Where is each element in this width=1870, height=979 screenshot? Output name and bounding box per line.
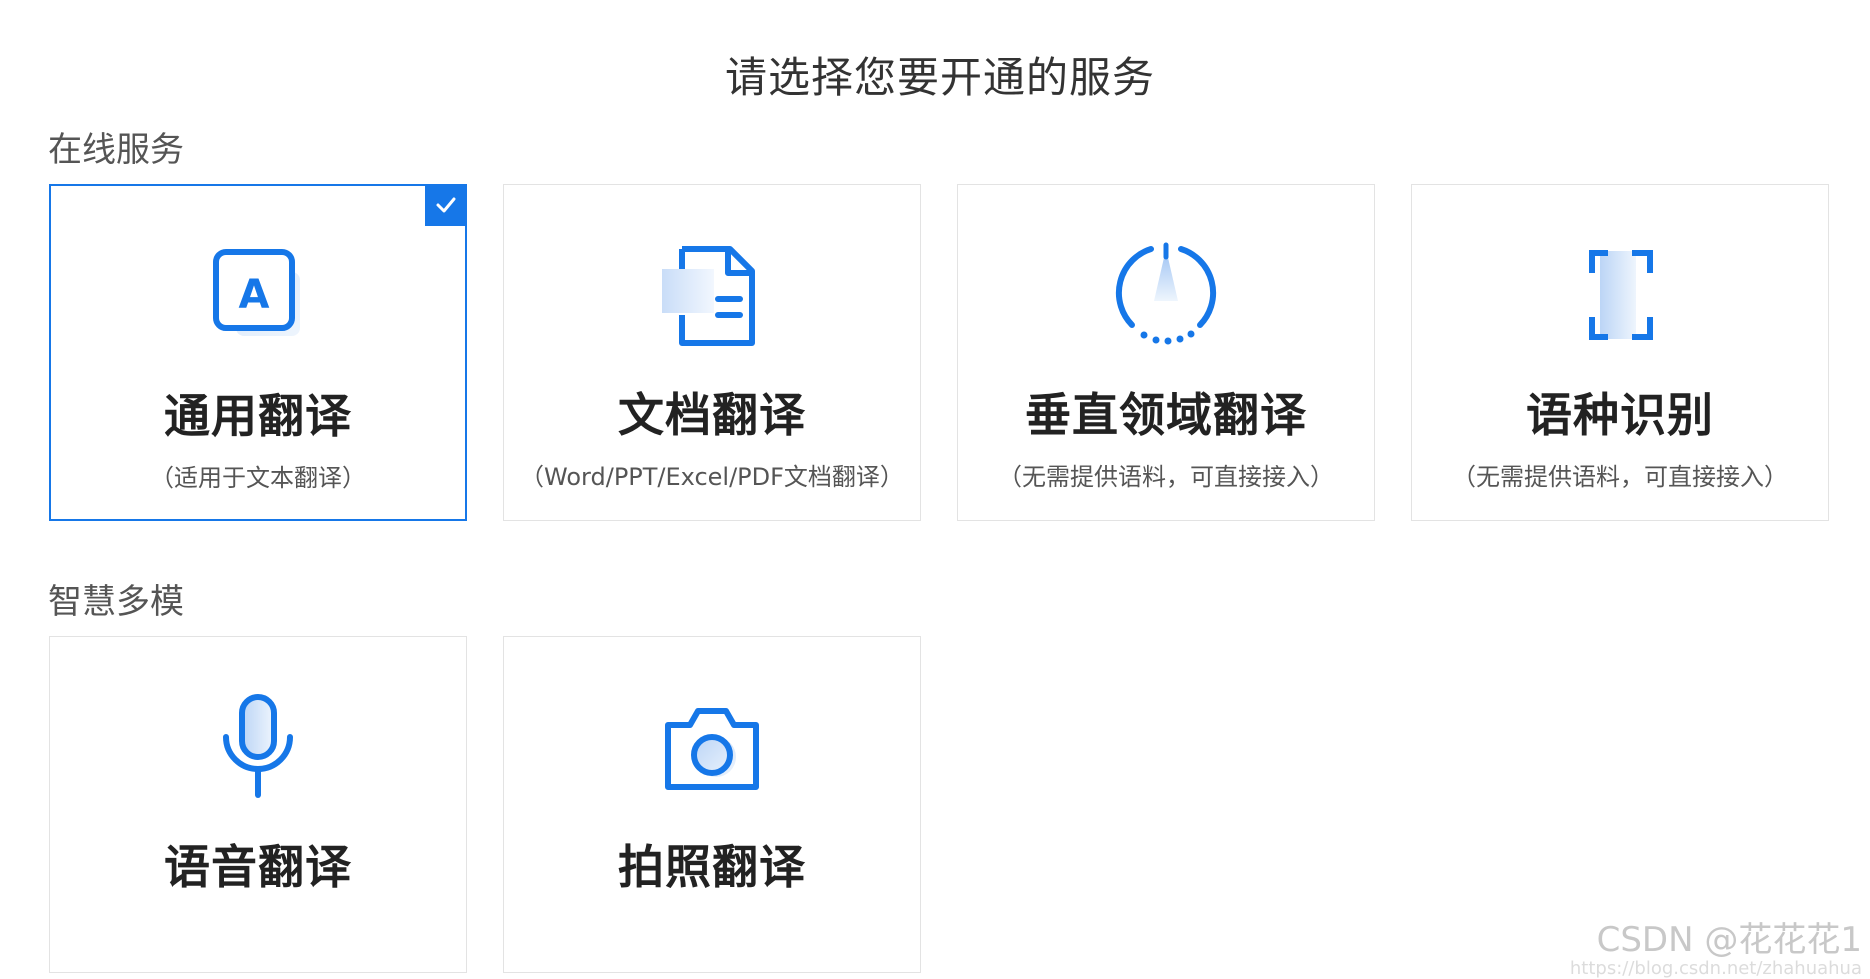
card-speech-translation[interactable]: 语音翻译 <box>49 636 467 973</box>
microphone-icon <box>50 687 466 807</box>
card-domain-translation[interactable]: 垂直领域翻译 （无需提供语料，可直接接入） <box>957 184 1375 521</box>
text-translate-icon: A <box>51 236 465 356</box>
card-language-detection[interactable]: 语种识别 （无需提供语料，可直接接入） <box>1411 184 1829 521</box>
scan-frame-icon <box>1412 235 1828 355</box>
card-general-translation[interactable]: A 通用翻译 （适用于文本翻译） <box>49 184 467 521</box>
document-icon <box>504 235 920 355</box>
watermark-text: CSDN @花花花1 <box>1596 920 1862 960</box>
card-name: 拍照翻译 <box>618 840 806 894</box>
domain-compass-icon <box>958 235 1374 355</box>
svg-text:A: A <box>239 272 270 318</box>
camera-icon <box>504 687 920 807</box>
card-name: 语种识别 <box>1526 388 1714 442</box>
card-photo-translation[interactable]: 拍照翻译 <box>503 636 921 973</box>
card-document-translation[interactable]: 文档翻译 （Word/PPT/Excel/PDF文档翻译） <box>503 184 921 521</box>
card-desc: （无需提供语料，可直接接入） <box>1452 463 1788 491</box>
card-desc: （无需提供语料，可直接接入） <box>998 463 1334 491</box>
watermark-url: https://blog.csdn.net/zhahuahua <box>1569 958 1862 979</box>
card-name: 垂直领域翻译 <box>1025 388 1307 442</box>
card-name: 文档翻译 <box>618 388 806 442</box>
card-name: 通用翻译 <box>164 389 352 443</box>
card-desc: （Word/PPT/Excel/PDF文档翻译） <box>520 463 904 491</box>
card-name: 语音翻译 <box>164 840 352 894</box>
selected-check-icon <box>425 184 467 226</box>
section-title-multimodal: 智慧多模 <box>48 582 184 622</box>
page-title: 请选择您要开通的服务 <box>724 53 1155 102</box>
section-title-online: 在线服务 <box>48 130 184 170</box>
card-desc: （适用于文本翻译） <box>150 464 366 492</box>
